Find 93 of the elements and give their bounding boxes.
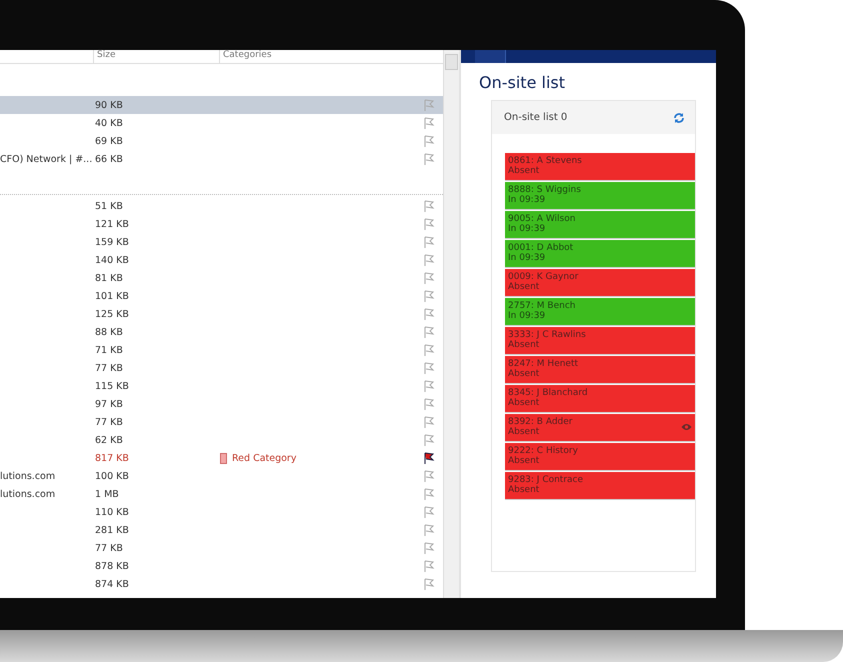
message-size: 874 KB [95,578,129,590]
message-row[interactable]: 874 KB [0,575,443,593]
category-label: Red Category [232,452,296,464]
message-size: 110 KB [95,506,129,518]
message-row[interactable]: 51 KB [0,197,443,215]
message-row[interactable]: 81 KB [0,269,443,287]
person-entry[interactable]: 0001: D Abbot In 09:39 [505,240,695,268]
message-subject: lutions.com [0,470,56,482]
message-size: 140 KB [95,254,129,266]
scrollbar-thumb[interactable] [445,54,458,70]
person-name: 0861: A Stevens [508,156,582,166]
message-row[interactable]: 110 KB [0,503,443,521]
person-status: Absent [508,282,540,292]
message-size: 159 KB [95,236,129,248]
person-status: Absent [508,427,540,437]
person-status: Absent [508,456,540,466]
message-size: 62 KB [95,434,123,446]
person-entry[interactable]: 2757: M Bench In 09:39 [505,298,695,326]
message-size: 101 KB [95,290,129,302]
message-row[interactable]: 125 KB [0,305,443,323]
category-swatch-icon [220,452,227,464]
person-name: 2757: M Bench [508,301,576,311]
person-status: In 09:39 [508,195,546,205]
message-row[interactable]: 62 KB [0,431,443,449]
message-row[interactable]: 77 KB [0,539,443,557]
person-entry[interactable]: 9005: A Wilson In 09:39 [505,211,695,239]
person-name: 9005: A Wilson [508,214,576,224]
message-subject: CFO) Network | #... [0,154,92,164]
person-status: In 09:39 [508,253,546,263]
message-row[interactable]: 817 KB Red Category [0,449,443,467]
message-row[interactable]: 159 KB [0,233,443,251]
page-title: On-site list [479,73,566,92]
message-size: 121 KB [95,218,129,230]
message-row[interactable]: 69 KB [0,132,443,150]
person-status: In 09:39 [508,311,546,321]
message-size: 878 KB [95,560,129,572]
message-row[interactable]: 281 KB [0,521,443,539]
message-size: 281 KB [95,524,129,536]
person-status: In 09:39 [508,224,546,234]
message-row[interactable]: 88 KB [0,323,443,341]
message-size: 81 KB [95,272,123,284]
person-name: 0009: K Gaynor [508,272,578,282]
message-row[interactable]: 115 KB [0,377,443,395]
message-size: 40 KB [95,118,123,128]
person-name: 0001: D Abbot [508,243,574,253]
column-header[interactable]: Size [93,50,219,63]
message-size: 115 KB [95,380,129,392]
message-row[interactable]: lutions.com 1 MB [0,485,443,503]
message-row[interactable]: CFO) Network | #... 66 KB [0,150,443,168]
person-name: 8345: J Blanchard [508,388,588,398]
message-row[interactable]: 90 KB [0,96,443,114]
message-row[interactable]: 77 KB [0,413,443,431]
person-name: 9222: C History [508,446,578,456]
person-entry[interactable]: 8888: S Wiggins In 09:39 [505,182,695,210]
eye-icon[interactable] [681,423,692,431]
person-status: Absent [508,166,540,176]
message-size: 71 KB [95,344,123,356]
person-status: Absent [508,398,540,408]
message-size: 817 KB [95,452,129,464]
flag-icon[interactable] [423,452,435,464]
message-row[interactable]: 140 KB [0,251,443,269]
message-row[interactable]: 40 KB [0,114,443,132]
message-size: 88 KB [95,326,123,338]
person-status: Absent [508,340,540,350]
message-row[interactable]: lutions.com 100 KB [0,467,443,485]
message-row[interactable]: 97 KB [0,395,443,413]
person-name: 8392: B Adder [508,417,572,427]
message-row[interactable]: 77 KB [0,359,443,377]
person-status: Absent [508,369,540,379]
message-size: 125 KB [95,308,129,320]
message-size: 77 KB [95,362,123,374]
card-title: On-site list 0 [504,112,568,123]
message-size: 77 KB [95,416,123,428]
person-name: 9283: J Contrace [508,475,584,485]
message-size: 51 KB [95,200,123,212]
person-name: 8888: S Wiggins [508,185,581,195]
message-row[interactable]: 71 KB [0,341,443,359]
message-subject: lutions.com [0,488,56,500]
message-size: 90 KB [95,100,123,110]
message-size: 1 MB [95,488,119,500]
message-size: 97 KB [95,398,123,410]
message-size: 69 KB [95,136,123,146]
column-header[interactable]: Categories [219,50,272,63]
person-name: 8247: M Henett [508,359,578,369]
message-size: 77 KB [95,542,123,554]
message-row[interactable]: 101 KB [0,287,443,305]
refresh-icon[interactable] [673,112,685,124]
message-size: 66 KB [95,154,123,164]
person-name: 3333: J C Rawlins [508,330,586,340]
message-row[interactable]: 878 KB [0,557,443,575]
person-status: Absent [508,485,540,495]
message-row[interactable]: 121 KB [0,215,443,233]
message-size: 100 KB [95,470,129,482]
